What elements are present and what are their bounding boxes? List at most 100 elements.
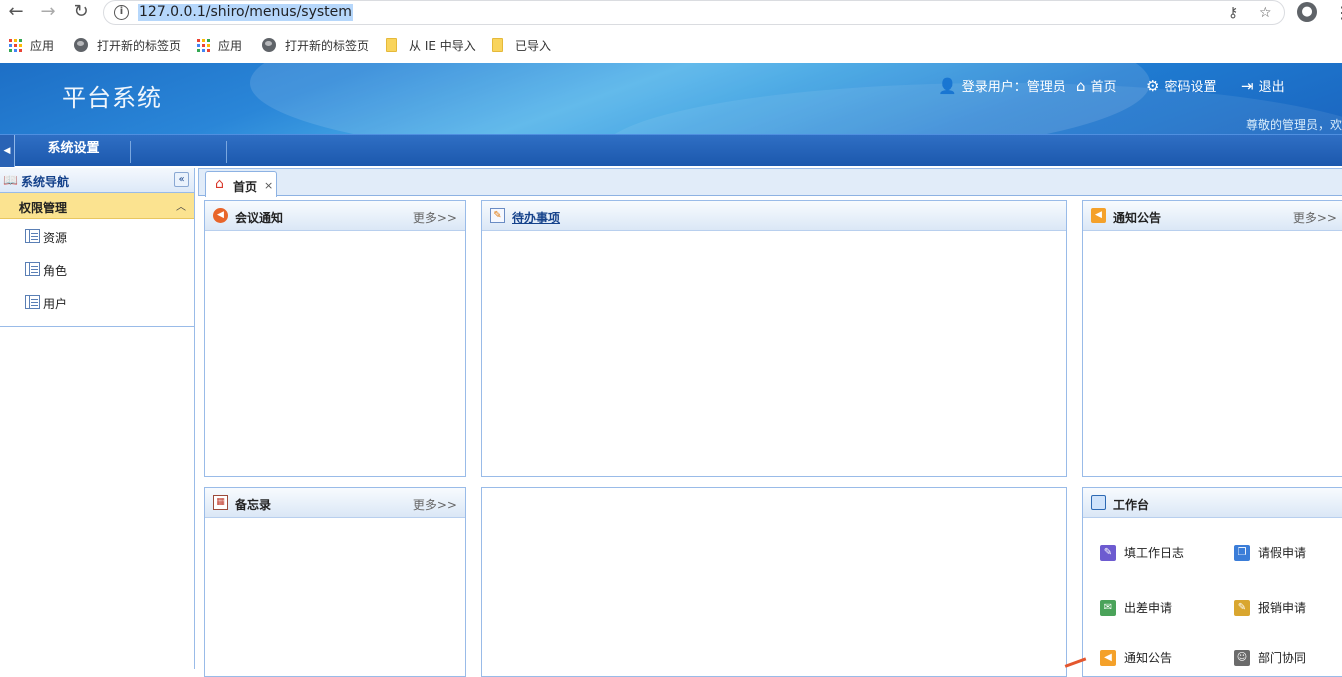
- collapse-sidebar-button[interactable]: «: [174, 172, 189, 187]
- globe-icon: [74, 38, 88, 52]
- sidebar-title: 系统导航: [21, 175, 70, 189]
- speaker-icon: ◀: [1091, 208, 1106, 223]
- panel-meeting-notice: ◀ 会议通知 更多>>: [204, 200, 466, 477]
- sidebar-item-label: 角色: [43, 264, 68, 278]
- work-item-notice[interactable]: ◀ 通知公告: [1100, 649, 1172, 666]
- top-menubar: ◀ 系统设置: [0, 134, 1342, 167]
- calendar-icon: ▦: [213, 495, 228, 510]
- speaker-icon: ◀: [1100, 649, 1116, 666]
- reimburse-icon: ✎: [1234, 599, 1250, 616]
- home-label: 首页: [1090, 80, 1117, 95]
- site-info-icon[interactable]: i: [114, 5, 129, 20]
- bookmark-label: 已导入: [515, 38, 552, 53]
- list-icon: [25, 295, 40, 309]
- panel-header: ◀ 会议通知 更多>>: [205, 201, 465, 231]
- book-icon: 📖: [3, 173, 18, 187]
- bookmark-new-tab-1[interactable]: 打开新的标签页: [74, 36, 181, 54]
- home-icon: ⌂: [215, 176, 224, 192]
- panel-header: ▦ 备忘录 更多>>: [205, 488, 465, 518]
- forward-arrow-icon[interactable]: →: [38, 2, 58, 22]
- edit-note-icon: ✎: [490, 208, 505, 223]
- folder-icon: [492, 38, 503, 52]
- work-item-travel[interactable]: ✉ 出差申请: [1100, 599, 1172, 616]
- panel-title: 工作台: [1113, 498, 1150, 512]
- more-link[interactable]: 更多>>: [413, 209, 457, 226]
- bookmark-folder-ie[interactable]: 从 IE 中导入: [386, 36, 476, 54]
- sidebar-item-roles[interactable]: 角色: [0, 252, 194, 285]
- list-icon: [25, 229, 40, 243]
- menu-item-system-settings[interactable]: 系统设置: [17, 135, 130, 167]
- welcome-text: 尊敬的管理员，欢: [1246, 118, 1342, 132]
- bookmarks-bar: 应用 打开新的标签页 应用 打开新的标签页 从 IE 中导入 已导入: [0, 32, 1342, 56]
- sidebar-item-resources[interactable]: 资源: [0, 219, 194, 252]
- address-bar[interactable]: i 127.0.0.1/shiro/menus/system ⚷ ☆: [103, 0, 1285, 25]
- bookmark-apps-1[interactable]: 应用: [9, 36, 54, 54]
- work-item-collaboration[interactable]: ☺ 部门协同: [1234, 649, 1306, 666]
- edit-log-icon: ✎: [1100, 544, 1116, 561]
- password-label: 密码设置: [1164, 80, 1217, 95]
- panel-title: 备忘录: [235, 498, 272, 512]
- home-icon: ⌂: [1076, 76, 1086, 95]
- close-icon[interactable]: ×: [264, 179, 273, 192]
- work-item-log[interactable]: ✎ 填工作日志: [1100, 544, 1184, 561]
- bookmark-label: 打开新的标签页: [285, 38, 370, 53]
- back-arrow-icon[interactable]: ←: [6, 2, 26, 22]
- browser-toolbar: ← → ↻ i 127.0.0.1/shiro/menus/system ⚷ ☆…: [0, 0, 1342, 26]
- panel-title: 会议通知: [235, 211, 284, 225]
- login-user-link[interactable]: 👤 登录用户：管理员: [938, 76, 1066, 96]
- url-text[interactable]: 127.0.0.1/shiro/menus/system: [138, 4, 353, 21]
- monitor-icon: [1091, 495, 1106, 510]
- apps-grid-icon: [197, 38, 210, 52]
- sidebar-divider: [0, 326, 194, 327]
- work-item-label: 通知公告: [1124, 651, 1173, 665]
- more-link[interactable]: 更多>>: [413, 496, 457, 513]
- work-item-label: 部门协同: [1258, 651, 1307, 665]
- tab-home[interactable]: ⌂ 首页 ×: [205, 171, 277, 197]
- work-item-reimburse[interactable]: ✎ 报销申请: [1234, 599, 1306, 616]
- logout-icon: ⇥: [1241, 76, 1254, 95]
- sidebar-group-label: 权限管理: [19, 201, 68, 215]
- key-icon[interactable]: ⚷: [1228, 5, 1238, 21]
- travel-request-icon: ✉: [1100, 599, 1116, 616]
- work-item-leave[interactable]: ❐ 请假申请: [1234, 544, 1306, 561]
- menu-divider: [226, 141, 227, 163]
- bookmark-label: 从 IE 中导入: [409, 38, 476, 53]
- app-title: 平台系统: [62, 84, 162, 112]
- sidebar-group-permission[interactable]: 权限管理 ︿: [0, 193, 194, 219]
- sidebar-item-label: 用户: [43, 297, 68, 311]
- more-link[interactable]: 更多>>: [1293, 209, 1337, 226]
- password-settings-link[interactable]: ⚙ 密码设置: [1146, 76, 1217, 96]
- apps-grid-icon: [9, 38, 22, 52]
- home-link[interactable]: ⌂ 首页: [1076, 76, 1117, 96]
- bookmark-star-icon[interactable]: ☆: [1259, 5, 1272, 21]
- chevron-up-icon: ︿: [176, 202, 186, 213]
- reload-icon[interactable]: ↻: [71, 2, 91, 22]
- sidebar-item-users[interactable]: 用户: [0, 285, 194, 318]
- app-header: 平台系统 👤 登录用户：管理员 ⌂ 首页 ⚙ 密码设置 ⇥ 退出 尊敬的管理员，…: [0, 63, 1342, 134]
- panel-header: 工作台: [1083, 488, 1342, 518]
- panel-title: 通知公告: [1113, 211, 1162, 225]
- panel-empty: [481, 487, 1067, 677]
- profile-avatar-icon[interactable]: ●: [1297, 2, 1317, 22]
- menu-scroll-left-icon[interactable]: ◀: [0, 135, 15, 167]
- copy-document-icon: ❐: [1234, 544, 1250, 561]
- sidebar: 📖 系统导航 « 权限管理 ︿ 资源 角色 用户: [0, 168, 195, 669]
- tab-strip: ⌂ 首页 ×: [198, 168, 1342, 197]
- panel-workbench: 工作台 ✎ 填工作日志 ❐ 请假申请 ✉ 出差申请 ✎ 报销申请 ◀ 通知公告 …: [1082, 487, 1342, 677]
- work-item-label: 报销申请: [1258, 601, 1307, 615]
- panel-memo: ▦ 备忘录 更多>>: [204, 487, 466, 677]
- panel-todo: ✎ 待办事项: [481, 200, 1067, 477]
- bookmark-apps-2[interactable]: 应用: [197, 36, 242, 54]
- bookmark-new-tab-2[interactable]: 打开新的标签页: [262, 36, 369, 54]
- bookmark-label: 打开新的标签页: [97, 38, 182, 53]
- work-item-label: 填工作日志: [1124, 546, 1185, 560]
- work-item-label: 出差申请: [1124, 601, 1173, 615]
- browser-menu-icon[interactable]: ⋮: [1334, 3, 1342, 22]
- logout-link[interactable]: ⇥ 退出: [1241, 76, 1285, 96]
- sidebar-item-label: 资源: [43, 231, 68, 245]
- sidebar-header: 📖 系统导航 «: [0, 168, 194, 193]
- panel-title-link[interactable]: 待办事项: [512, 209, 560, 226]
- bookmark-folder-imported[interactable]: 已导入: [492, 36, 551, 54]
- gear-icon: ⚙: [1146, 76, 1160, 95]
- bookmark-label: 应用: [30, 38, 55, 53]
